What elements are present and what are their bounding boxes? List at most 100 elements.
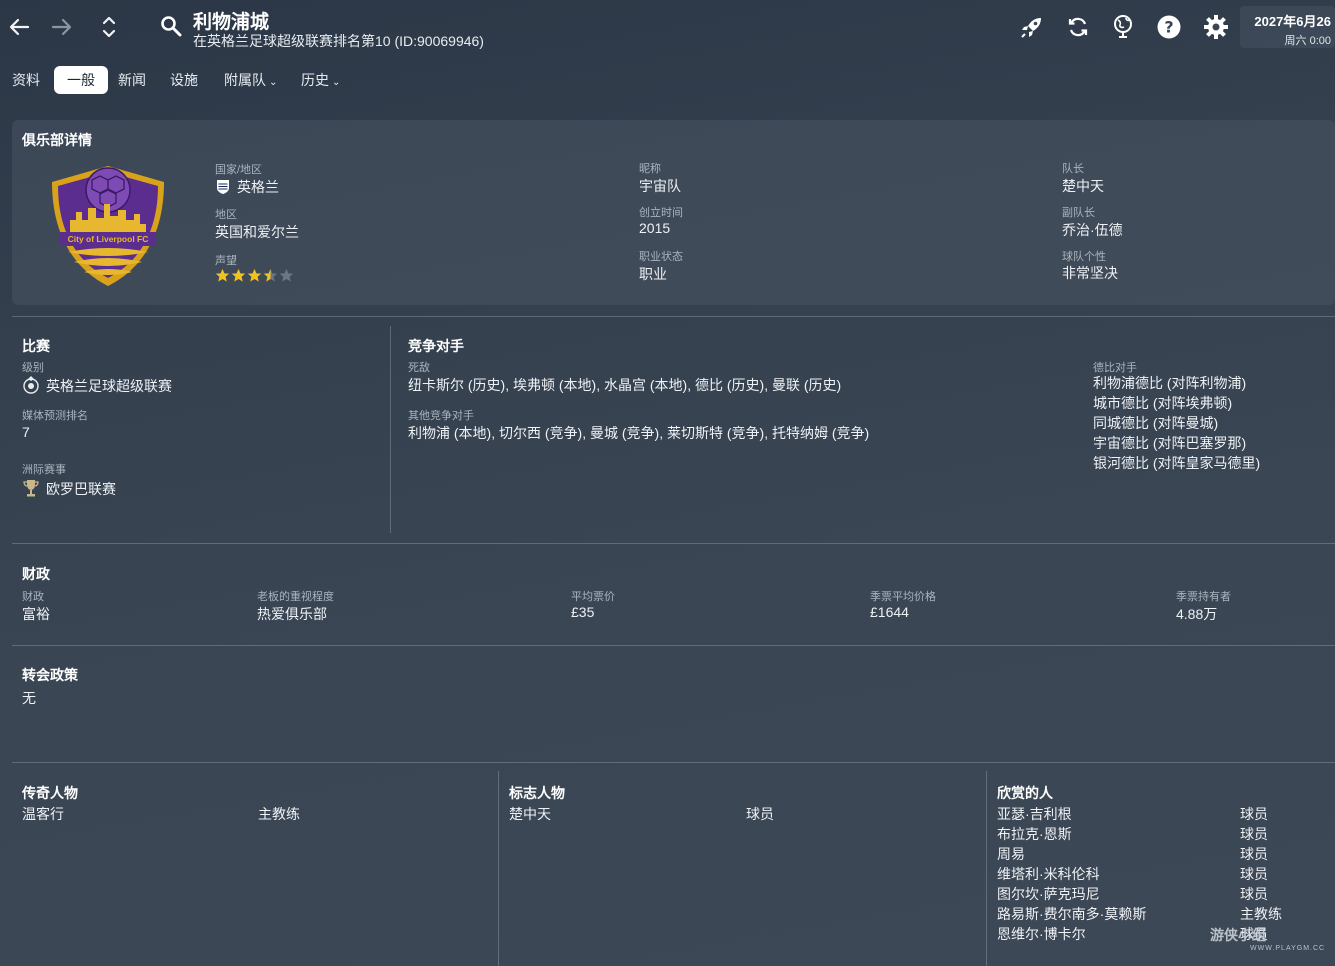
derby-item[interactable]: 同城德比 (对阵曼城) [1093, 413, 1218, 433]
ticket-price-label: 平均票价 [571, 591, 615, 603]
page-title: 利物浦城 [193, 12, 270, 33]
admirer-role: 球员 [1240, 806, 1268, 822]
admirer-role: 主教练 [1240, 906, 1282, 922]
tab-affiliates[interactable]: 附属队 ⌄ [224, 66, 277, 94]
admirer-role: 球员 [1240, 846, 1268, 862]
admirer-name[interactable]: 维塔利·米科伦科 [997, 864, 1100, 884]
badge-text: City of Liverpool FC [68, 234, 149, 244]
country-value[interactable]: 英格兰 [215, 177, 279, 197]
divider [986, 771, 987, 966]
star-icon [231, 268, 246, 282]
media-prediction-label: 媒体预测排名 [22, 410, 88, 422]
season-ticket-price-value: £1644 [870, 604, 909, 620]
region-label: 地区 [215, 209, 237, 221]
back-arrow-icon[interactable] [4, 12, 34, 42]
admirer-name[interactable]: 亚瑟·吉利根 [997, 804, 1072, 824]
admirer-role: 球员 [1240, 866, 1268, 882]
tab-facilities[interactable]: 设施 [170, 66, 198, 94]
star-icon [215, 268, 230, 282]
season-ticket-holders-label: 季票持有者 [1176, 591, 1231, 603]
help-icon[interactable]: ? [1155, 13, 1183, 41]
season-ticket-price-label: 季票平均价格 [870, 591, 936, 603]
club-details-heading: 俱乐部详情 [22, 132, 92, 148]
chevron-down-icon: ⌄ [332, 77, 341, 88]
admirer-role: 球员 [1240, 826, 1268, 842]
admirer-role: 球员 [1240, 886, 1268, 902]
owner-interest-label: 老板的重视程度 [257, 591, 334, 603]
search-icon[interactable] [159, 14, 183, 38]
reputation-stars [215, 268, 294, 283]
derby-item[interactable]: 城市德比 (对阵埃弗顿) [1093, 393, 1232, 413]
current-date: 2027年6月26 [1254, 14, 1331, 29]
tab-profile[interactable]: 资料 [12, 66, 40, 94]
admirer-name[interactable]: 周易 [997, 844, 1025, 864]
globe-pin-icon[interactable] [1109, 13, 1137, 41]
tab-general[interactable]: 一般 [54, 66, 108, 94]
star-icon [247, 268, 262, 282]
tab-history[interactable]: 历史 ⌄ [301, 66, 340, 94]
continental-label: 洲际赛事 [22, 464, 66, 476]
other-rivals-label: 其他竞争对手 [408, 410, 474, 422]
divider [12, 645, 1335, 646]
captain-value[interactable]: 楚中天 [1062, 176, 1104, 196]
nickname-value: 宇宙队 [639, 178, 681, 194]
admirer-name[interactable]: 布拉克·恩斯 [997, 824, 1072, 844]
icon-person-role: 球员 [746, 806, 774, 822]
up-down-chevron-icon[interactable] [94, 12, 124, 42]
top-bar: 利物浦城 在英格兰足球超级联赛排名第10 (ID:90069946) ? 202… [0, 0, 1335, 58]
derby-item[interactable]: 银河德比 (对阵皇家马德里) [1093, 453, 1260, 473]
icon-person-name[interactable]: 楚中天 [509, 804, 551, 824]
personality-value: 非常坚决 [1062, 265, 1118, 281]
founded-value: 2015 [639, 220, 671, 236]
england-flag-icon [215, 179, 231, 195]
derby-item[interactable]: 宇宙德比 (对阵巴塞罗那) [1093, 433, 1246, 453]
continental-value[interactable]: 欧罗巴联赛 [22, 478, 116, 499]
country-name: 英格兰 [237, 179, 279, 195]
tab-affiliates-label: 附属队 [224, 72, 266, 88]
nickname-label: 昵称 [639, 163, 661, 175]
star-icon [263, 268, 278, 282]
transfer-policy-heading: 转会政策 [22, 667, 78, 683]
chevron-down-icon: ⌄ [269, 77, 278, 88]
derby-item[interactable]: 利物浦德比 (对阵利物浦) [1093, 373, 1246, 393]
icons-heading: 标志人物 [509, 785, 565, 801]
rocket-icon[interactable] [1018, 13, 1046, 41]
media-prediction-value: 7 [22, 424, 30, 440]
gear-icon[interactable] [1202, 13, 1230, 41]
legend-name[interactable]: 温客行 [22, 804, 64, 824]
division-value[interactable]: 英格兰足球超级联赛 [22, 375, 172, 396]
vice-captain-value[interactable]: 乔治·伍德 [1062, 220, 1123, 240]
refresh-icon[interactable] [1064, 13, 1092, 41]
status-value: 职业 [639, 266, 667, 282]
season-ticket-holders-value: 4.88万 [1176, 606, 1218, 622]
region-value[interactable]: 英国和爱尔兰 [215, 222, 299, 242]
arch-rivals-label: 死敌 [408, 362, 430, 374]
country-label: 国家/地区 [215, 164, 263, 176]
other-rivals-value[interactable]: 利物浦 (本地), 切尔西 (竞争), 曼城 (竞争), 莱切斯特 (竞争), … [408, 423, 869, 443]
division-label: 级别 [22, 362, 44, 374]
watermark-text: 游侠小组 [1210, 927, 1266, 943]
continental-name: 欧罗巴联赛 [46, 481, 116, 497]
admirer-name[interactable]: 图尔坎·萨克玛尼 [997, 884, 1100, 904]
trophy-icon [22, 478, 40, 498]
admirer-name[interactable]: 恩维尔·博卡尔 [997, 924, 1086, 944]
tab-bar: 资料 一般 新闻 设施 附属队 ⌄ 历史 ⌄ [0, 64, 700, 94]
captain-label: 队长 [1062, 163, 1084, 175]
svg-text:?: ? [1164, 18, 1173, 37]
legends-heading: 传奇人物 [22, 785, 78, 801]
competition-heading: 比赛 [22, 338, 50, 354]
tab-news[interactable]: 新闻 [118, 66, 146, 94]
finance-label: 财政 [22, 591, 44, 603]
status-label: 职业状态 [639, 251, 683, 263]
watermark: 游侠小组 WWW.PLAYGM.CC [1210, 925, 1325, 952]
forward-arrow-icon[interactable] [47, 12, 77, 42]
legend-role: 主教练 [258, 806, 300, 822]
date-display[interactable]: 2027年6月26 周六 0:00 [1240, 6, 1335, 48]
admirer-name[interactable]: 路易斯·费尔南多·莫赖斯 [997, 904, 1146, 924]
rivals-heading: 竞争对手 [408, 338, 464, 354]
transfer-policy-value: 无 [22, 690, 36, 706]
arch-rivals-value[interactable]: 纽卡斯尔 (历史), 埃弗顿 (本地), 水晶宫 (本地), 德比 (历史), … [408, 375, 841, 395]
finance-value: 富裕 [22, 606, 50, 622]
owner-interest-value: 热爱俱乐部 [257, 606, 327, 622]
divider [12, 316, 1335, 317]
